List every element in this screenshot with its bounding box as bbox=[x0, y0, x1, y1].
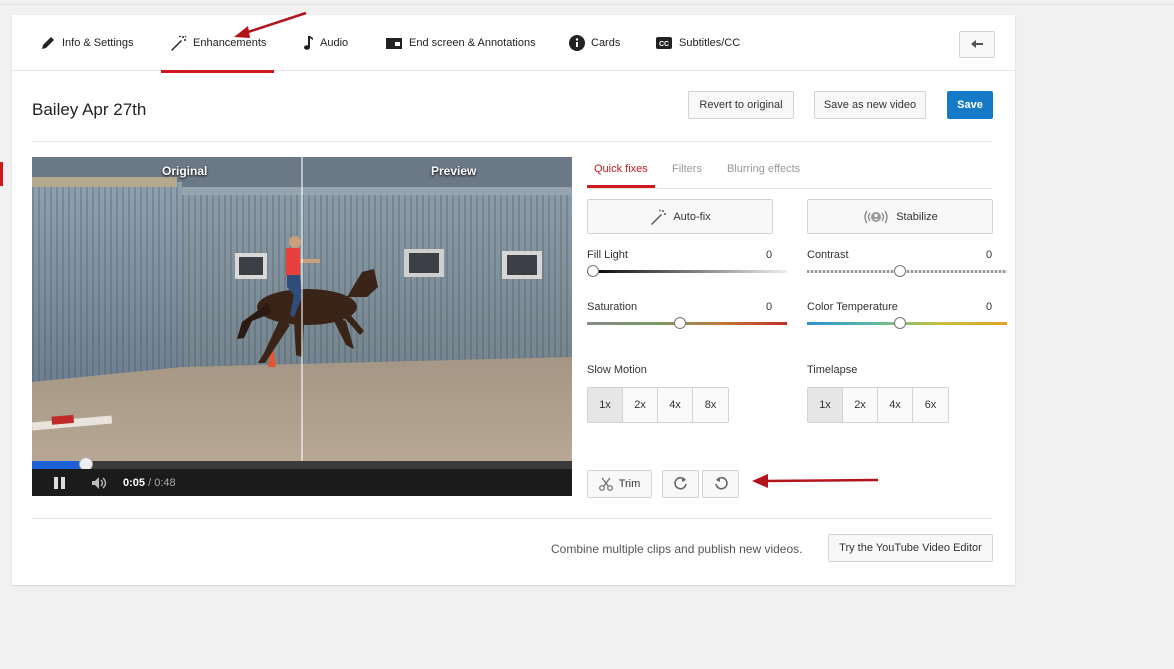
tab-label: Enhancements bbox=[193, 37, 267, 49]
player-controls: 0:05 / 0:48 bbox=[32, 469, 572, 496]
stabilize-button[interactable]: Stabilize bbox=[807, 199, 993, 234]
slow-motion-2x[interactable]: 2x bbox=[623, 388, 658, 422]
timelapse-1x[interactable]: 1x bbox=[808, 388, 843, 422]
trim-button[interactable]: Trim bbox=[587, 470, 652, 498]
info-circle-icon bbox=[569, 35, 585, 51]
video-title: Bailey Apr 27th bbox=[32, 100, 147, 119]
slow-motion-options: 1x 2x 4x 8x bbox=[587, 387, 729, 423]
timelapse-label: Timelapse bbox=[807, 364, 858, 376]
contrast-track[interactable] bbox=[807, 270, 1007, 273]
auto-fix-label: Auto-fix bbox=[673, 210, 711, 223]
time-display: 0:05 / 0:48 bbox=[123, 477, 176, 489]
rotate-left-button[interactable] bbox=[702, 470, 739, 498]
slow-motion-4x[interactable]: 4x bbox=[658, 388, 693, 422]
slow-motion-label: Slow Motion bbox=[587, 364, 647, 376]
slow-motion-1x[interactable]: 1x bbox=[588, 388, 623, 422]
current-time: 0:05 bbox=[123, 477, 146, 489]
saturation-thumb[interactable] bbox=[674, 317, 686, 329]
magic-wand-icon bbox=[169, 35, 187, 51]
contrast-label: Contrast bbox=[807, 249, 849, 261]
tab-subtitles-cc[interactable]: CC Subtitles/CC bbox=[655, 15, 740, 71]
editor-tabs: Info & Settings Enhancements Audio End s… bbox=[12, 15, 1015, 73]
header-divider bbox=[32, 141, 993, 142]
stabilize-label: Stabilize bbox=[896, 210, 938, 223]
trim-label: Trim bbox=[618, 478, 641, 490]
timelapse-4x[interactable]: 4x bbox=[878, 388, 913, 422]
rotate-right-icon bbox=[673, 475, 689, 494]
tab-filters[interactable]: Filters bbox=[672, 163, 702, 175]
progress-bar[interactable] bbox=[32, 457, 572, 471]
rotate-right-button[interactable] bbox=[662, 470, 699, 498]
tab-blurring-effects[interactable]: Blurring effects bbox=[727, 163, 800, 175]
split-divider[interactable] bbox=[301, 157, 303, 462]
slow-motion-8x[interactable]: 8x bbox=[693, 388, 728, 422]
original-label: Original bbox=[162, 164, 208, 178]
progress-fill bbox=[32, 461, 86, 469]
svg-text:CC: CC bbox=[659, 41, 669, 48]
try-video-editor-button[interactable]: Try the YouTube Video Editor bbox=[828, 534, 993, 562]
tab-info-settings[interactable]: Info & Settings bbox=[40, 15, 134, 71]
fill-light-value: 0 bbox=[766, 249, 773, 261]
pencil-icon bbox=[40, 35, 56, 51]
tab-label: Info & Settings bbox=[62, 37, 134, 49]
timelapse-2x[interactable]: 2x bbox=[843, 388, 878, 422]
save-as-new-video-button[interactable]: Save as new video bbox=[814, 91, 926, 119]
tab-label: Subtitles/CC bbox=[679, 37, 741, 49]
top-divider bbox=[0, 4, 1174, 5]
music-note-icon bbox=[302, 35, 314, 51]
color-temperature-label: Color Temperature bbox=[807, 301, 898, 313]
duration: / 0:48 bbox=[148, 477, 176, 489]
contrast-thumb[interactable] bbox=[894, 265, 906, 277]
rotate-left-icon bbox=[713, 475, 729, 494]
color-temperature-thumb[interactable] bbox=[894, 317, 906, 329]
fill-light-thumb[interactable] bbox=[587, 265, 599, 277]
tab-cards[interactable]: Cards bbox=[569, 15, 620, 71]
volume-icon[interactable] bbox=[91, 476, 109, 495]
panel-tabs-divider bbox=[587, 188, 993, 189]
end-screen-icon bbox=[385, 36, 403, 50]
preview-label: Preview bbox=[431, 164, 477, 178]
tab-quick-fixes[interactable]: Quick fixes bbox=[594, 163, 648, 175]
saturation-value: 0 bbox=[766, 301, 773, 313]
tab-enhancements[interactable]: Enhancements bbox=[160, 15, 275, 73]
tab-label: End screen & Annotations bbox=[409, 37, 536, 49]
fill-light-track[interactable] bbox=[587, 270, 787, 273]
tab-label: Audio bbox=[320, 37, 349, 49]
back-arrow-icon bbox=[970, 36, 984, 54]
back-button[interactable] bbox=[959, 31, 995, 58]
revert-to-original-button[interactable]: Revert to original bbox=[688, 91, 794, 119]
cc-icon: CC bbox=[655, 36, 673, 50]
tab-end-screen-annotations[interactable]: End screen & Annotations bbox=[385, 15, 536, 71]
timelapse-options: 1x 2x 4x 6x bbox=[807, 387, 949, 423]
video-player[interactable]: Original Preview 0:05 / 0:48 bbox=[32, 157, 572, 496]
fill-light-label: Fill Light bbox=[587, 249, 628, 261]
pause-icon[interactable] bbox=[53, 476, 67, 495]
timelapse-6x[interactable]: 6x bbox=[913, 388, 948, 422]
scissors-icon bbox=[598, 477, 613, 491]
contrast-value: 0 bbox=[986, 249, 993, 261]
color-temperature-track[interactable] bbox=[807, 322, 1007, 325]
saturation-track[interactable] bbox=[587, 322, 787, 325]
color-temperature-value: 0 bbox=[986, 301, 993, 313]
tab-audio[interactable]: Audio bbox=[302, 15, 348, 71]
left-edge-indicator bbox=[0, 162, 3, 186]
stabilize-icon bbox=[862, 209, 890, 225]
footer-divider bbox=[32, 518, 993, 519]
tab-label: Cards bbox=[591, 37, 621, 49]
auto-fix-button[interactable]: Auto-fix bbox=[587, 199, 773, 234]
editor-card: Info & Settings Enhancements Audio End s… bbox=[12, 15, 1015, 585]
saturation-label: Saturation bbox=[587, 301, 638, 313]
save-button[interactable]: Save bbox=[947, 91, 993, 119]
magic-wand-icon bbox=[649, 209, 667, 225]
footer-text: Combine multiple clips and publish new v… bbox=[551, 542, 803, 556]
